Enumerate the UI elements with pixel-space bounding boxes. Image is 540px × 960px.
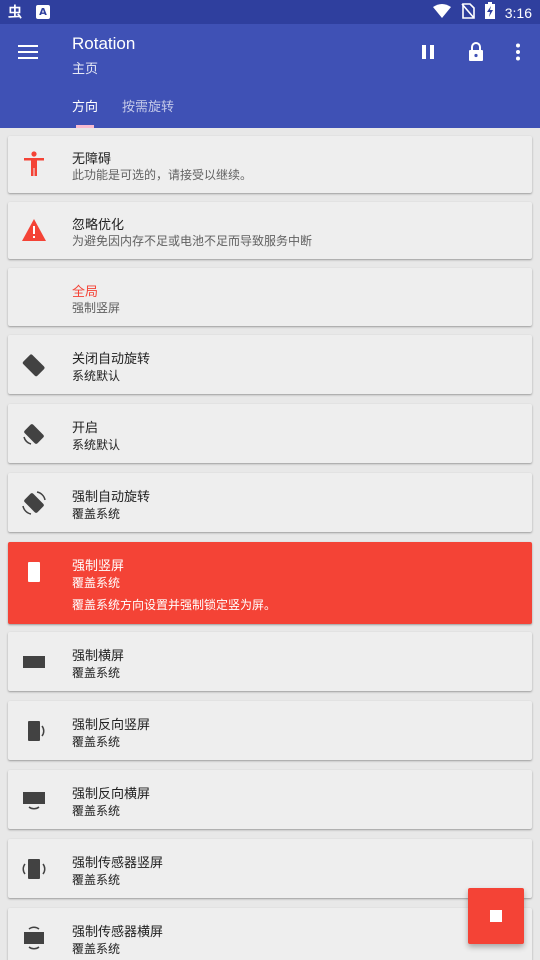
card-auto-rotate-on[interactable]: 开启 系统默认 bbox=[8, 404, 532, 463]
clock: 3:16 bbox=[504, 4, 532, 21]
tab-on-demand-rotation[interactable]: 按需旋转 bbox=[122, 96, 174, 115]
card-title: 强制横屏 bbox=[72, 649, 125, 664]
card-subtitle: 覆盖系统 bbox=[72, 804, 121, 818]
card-title: 关闭自动旋转 bbox=[72, 352, 151, 367]
orientation-list: 无障碍 此功能是可选的，请接受以继续。 忽略优化 为避免因内存不足或电池不足而导… bbox=[0, 128, 540, 960]
rotation-off-icon bbox=[20, 351, 48, 379]
landscape-icon bbox=[20, 648, 48, 676]
card-title: 强制反向竖屏 bbox=[72, 718, 151, 733]
card-subtitle: 为避免因内存不足或电池不足而导致服务中断 bbox=[72, 234, 313, 248]
card-auto-rotate-off[interactable]: 关闭自动旋转 系统默认 bbox=[8, 335, 532, 394]
menu-icon[interactable] bbox=[16, 40, 40, 64]
lock-icon[interactable] bbox=[462, 38, 490, 66]
card-subtitle: 强制竖屏 bbox=[72, 301, 121, 315]
sensor-landscape-icon bbox=[20, 924, 48, 952]
card-global[interactable]: 全局 强制竖屏 bbox=[8, 268, 532, 326]
accessibility-icon bbox=[20, 150, 48, 178]
svg-text:虫: 虫 bbox=[8, 4, 22, 20]
battery-charging-icon bbox=[484, 2, 495, 23]
app-subtitle: 主页 bbox=[72, 62, 99, 77]
bug-icon: 虫 bbox=[8, 3, 26, 21]
app-title: Rotation bbox=[72, 34, 136, 53]
card-accessibility[interactable]: 无障碍 此功能是可选的，请接受以继续。 bbox=[8, 136, 532, 193]
card-title: 强制传感器竖屏 bbox=[72, 856, 164, 871]
card-title: 开启 bbox=[72, 421, 99, 436]
tab-orientation[interactable]: 方向 bbox=[72, 96, 98, 115]
no-sim-icon bbox=[461, 2, 475, 23]
reverse-landscape-icon bbox=[20, 786, 48, 814]
card-force-auto-rotate[interactable]: 强制自动旋转 覆盖系统 bbox=[8, 473, 532, 532]
card-subtitle: 覆盖系统 bbox=[72, 576, 121, 590]
portrait-icon bbox=[20, 558, 48, 586]
card-subtitle: 覆盖系统 bbox=[72, 507, 121, 521]
rotation-on-icon bbox=[20, 420, 48, 448]
card-subtitle: 此功能是可选的，请接受以继续。 bbox=[72, 168, 253, 182]
card-title: 全局 bbox=[72, 285, 99, 300]
card-ignore-optimization[interactable]: 忽略优化 为避免因内存不足或电池不足而导致服务中断 bbox=[8, 202, 532, 259]
card-detail: 覆盖系统方向设置并强制锁定竖为屏。 bbox=[72, 598, 277, 612]
wifi-icon bbox=[432, 3, 451, 22]
card-force-landscape[interactable]: 强制横屏 覆盖系统 bbox=[8, 632, 532, 691]
pause-icon[interactable] bbox=[414, 38, 442, 66]
more-vert-icon[interactable] bbox=[504, 38, 532, 66]
card-subtitle: 覆盖系统 bbox=[72, 666, 121, 680]
card-force-portrait[interactable]: 强制竖屏 覆盖系统 覆盖系统方向设置并强制锁定竖为屏。 bbox=[8, 542, 532, 624]
card-force-sensor-landscape[interactable]: 强制传感器横屏 覆盖系统 bbox=[8, 908, 532, 960]
card-title: 强制传感器横屏 bbox=[72, 925, 164, 940]
card-title: 忽略优化 bbox=[72, 218, 125, 233]
card-force-sensor-portrait[interactable]: 强制传感器竖屏 覆盖系统 bbox=[8, 839, 532, 898]
card-subtitle: 系统默认 bbox=[72, 438, 121, 452]
card-subtitle: 覆盖系统 bbox=[72, 942, 121, 956]
card-force-reverse-portrait[interactable]: 强制反向竖屏 覆盖系统 bbox=[8, 701, 532, 760]
force-rotation-icon bbox=[20, 489, 48, 517]
reverse-portrait-icon bbox=[20, 717, 48, 745]
a-icon: A bbox=[36, 5, 50, 19]
stop-icon bbox=[490, 910, 502, 922]
card-title: 强制竖屏 bbox=[72, 559, 125, 574]
stop-service-button[interactable] bbox=[468, 888, 524, 944]
card-title: 无障碍 bbox=[72, 152, 112, 167]
warning-icon bbox=[20, 216, 48, 244]
card-subtitle: 覆盖系统 bbox=[72, 735, 121, 749]
card-subtitle: 系统默认 bbox=[72, 369, 121, 383]
status-bar: 虫 A 3:16 bbox=[0, 0, 540, 24]
tab-bar: 方向 按需旋转 bbox=[0, 92, 540, 128]
sensor-portrait-icon bbox=[20, 855, 48, 883]
card-title: 强制自动旋转 bbox=[72, 490, 151, 505]
card-title: 强制反向横屏 bbox=[72, 787, 151, 802]
app-bar: Rotation 主页 方向 按需旋转 bbox=[0, 24, 540, 128]
card-subtitle: 覆盖系统 bbox=[72, 873, 121, 887]
card-force-reverse-landscape[interactable]: 强制反向横屏 覆盖系统 bbox=[8, 770, 532, 829]
